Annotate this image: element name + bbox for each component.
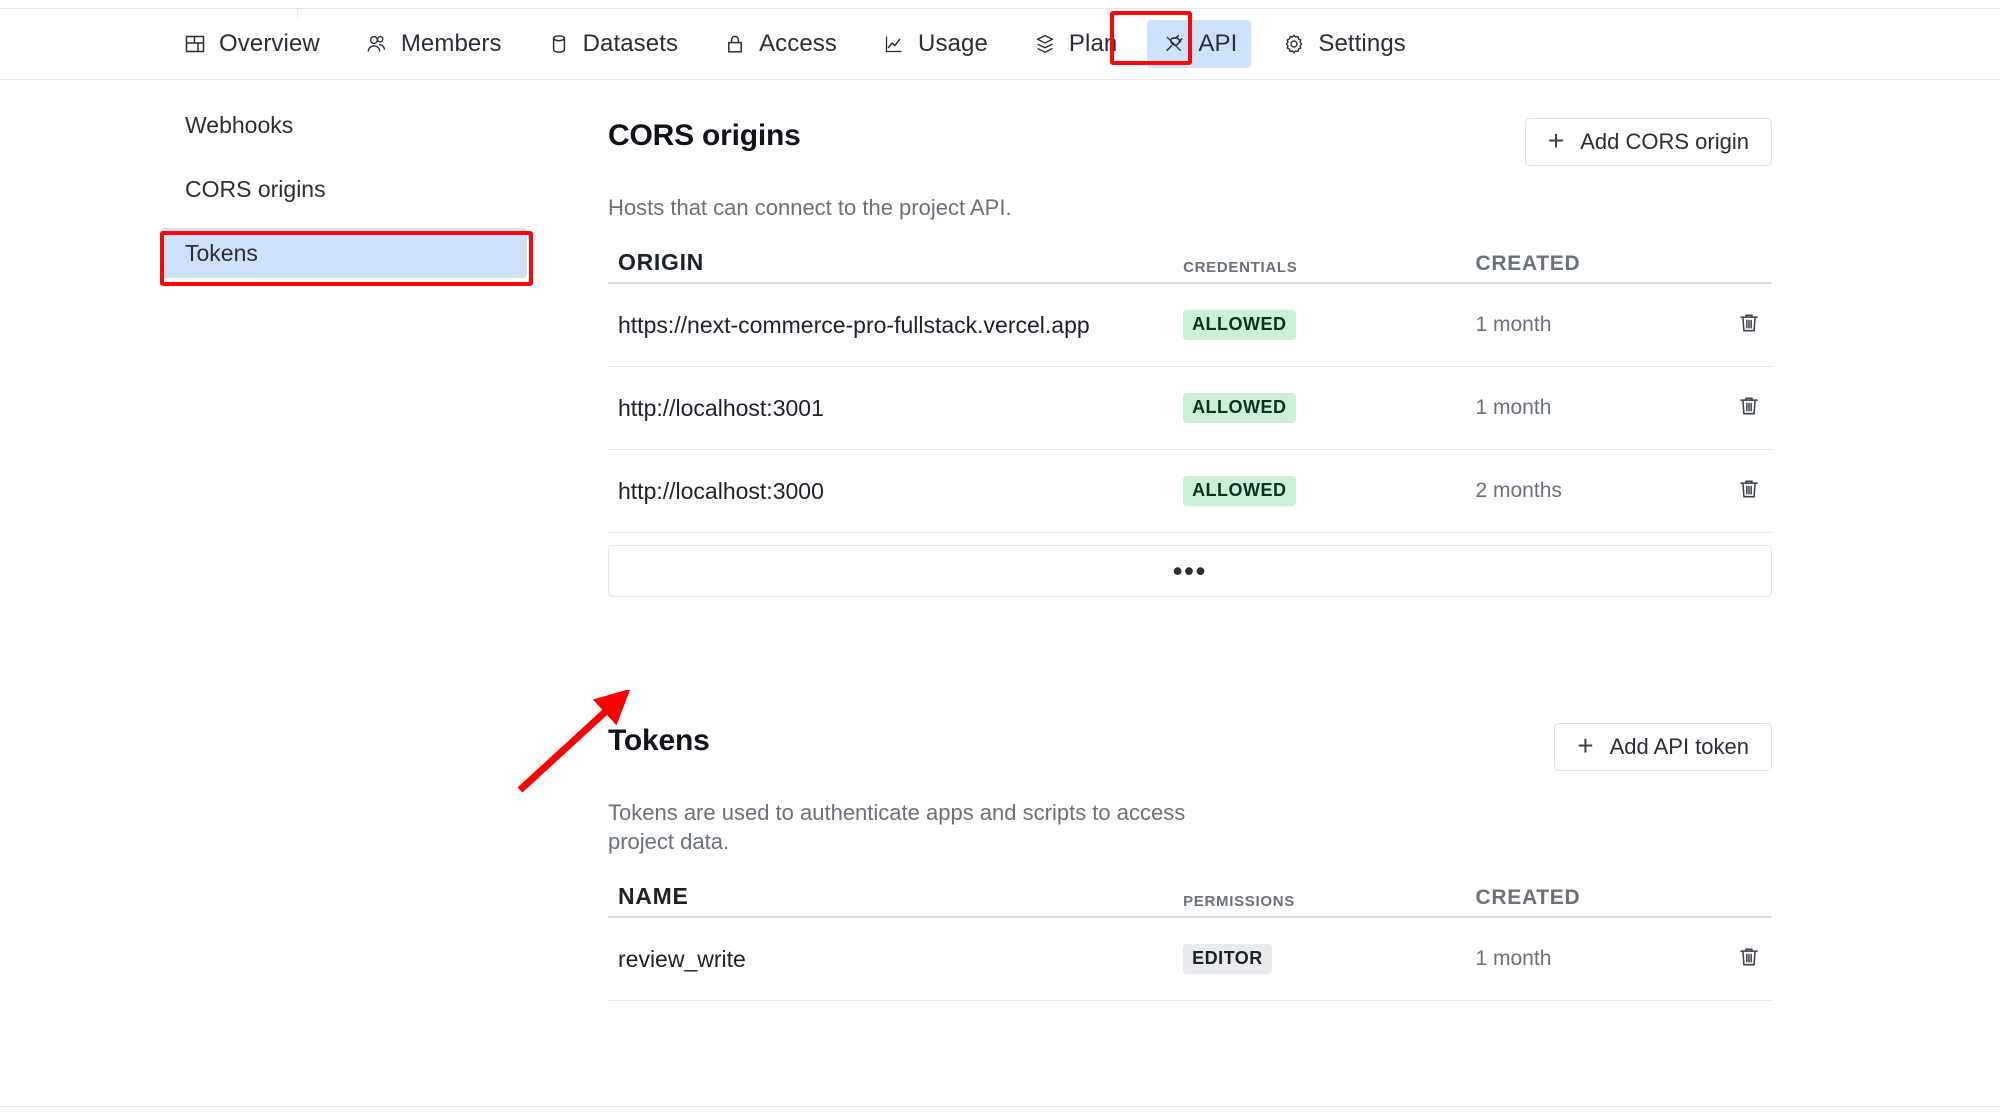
users-icon bbox=[364, 31, 390, 57]
tokens-section-description: Tokens are used to authenticate apps and… bbox=[608, 800, 1186, 854]
table-row: http://localhost:3000 ALLOWED 2 months bbox=[608, 450, 1772, 533]
nav-tab-members[interactable]: Members bbox=[350, 20, 516, 68]
status-badge: ALLOWED bbox=[1183, 476, 1296, 506]
plus-icon: + bbox=[1547, 125, 1565, 156]
credentials-cell: ALLOWED bbox=[1183, 476, 1475, 506]
tokens-table: NAME PERMISSIONS CREATED review_write ED… bbox=[608, 883, 1772, 1001]
add-api-token-label: Add API token bbox=[1609, 734, 1749, 759]
ellipsis-icon: ••• bbox=[1172, 556, 1208, 586]
database-icon bbox=[546, 31, 572, 57]
top-navigation-bar: Overview Members Datasets Access Usage P… bbox=[0, 8, 2000, 80]
sidebar-item-cors-origins[interactable]: CORS origins bbox=[160, 164, 540, 214]
cors-origin-value: http://localhost:3001 bbox=[618, 394, 824, 421]
credentials-cell: ALLOWED bbox=[1183, 393, 1475, 423]
nav-tab-access[interactable]: Access bbox=[708, 20, 851, 68]
created-value: 1 month bbox=[1475, 947, 1552, 970]
created-value: 1 month bbox=[1475, 396, 1552, 419]
column-header-name: NAME bbox=[618, 883, 689, 909]
credentials-cell: ALLOWED bbox=[1183, 310, 1475, 340]
nav-tab-datasets[interactable]: Datasets bbox=[532, 20, 693, 68]
trash-icon[interactable] bbox=[1736, 310, 1762, 341]
token-name-value: review_write bbox=[618, 945, 746, 972]
table-header-row: ORIGIN CREDENTIALS CREATED bbox=[608, 249, 1772, 284]
cors-origins-table: ORIGIN CREDENTIALS CREATED https://next-… bbox=[608, 249, 1772, 597]
show-more-cors-origins-button[interactable]: ••• bbox=[608, 545, 1772, 597]
table-row: http://localhost:3001 ALLOWED 1 month bbox=[608, 367, 1772, 450]
trash-icon[interactable] bbox=[1736, 944, 1762, 975]
nav-tab-label: Overview bbox=[219, 30, 320, 57]
nav-tab-label: Datasets bbox=[582, 30, 679, 57]
row-actions bbox=[1705, 944, 1762, 975]
created-value: 1 month bbox=[1475, 313, 1552, 336]
table-row: https://next-commerce-pro-fullstack.verc… bbox=[608, 284, 1772, 367]
column-header-credentials: CREDENTIALS bbox=[1183, 259, 1298, 276]
add-cors-origin-button[interactable]: + Add CORS origin bbox=[1524, 118, 1772, 166]
cors-section-description: Hosts that can connect to the project AP… bbox=[608, 195, 1012, 220]
trash-icon[interactable] bbox=[1736, 476, 1762, 507]
cors-section-title: CORS origins bbox=[608, 119, 801, 152]
row-actions bbox=[1705, 393, 1762, 424]
nav-tab-label: Members bbox=[400, 30, 502, 57]
nav-tab-label: API bbox=[1198, 30, 1238, 57]
main-content: CORS origins + Add CORS origin Hosts tha… bbox=[608, 118, 1772, 1001]
topbar-divider bbox=[297, 9, 298, 18]
table-header-row: NAME PERMISSIONS CREATED bbox=[608, 883, 1772, 918]
column-header-origin: ORIGIN bbox=[618, 249, 704, 275]
nav-tab-label: Plan bbox=[1068, 30, 1118, 57]
sidebar-item-label: CORS origins bbox=[185, 175, 326, 202]
cors-origin-value: https://next-commerce-pro-fullstack.verc… bbox=[618, 311, 1090, 338]
tokens-section-header: Tokens + Add API token bbox=[608, 723, 1772, 771]
nav-tab-label: Settings bbox=[1318, 30, 1406, 57]
table-row: review_write EDITOR 1 month bbox=[608, 918, 1772, 1001]
nav-tab-label: Usage bbox=[918, 30, 988, 57]
page-bottom-divider bbox=[0, 1106, 2000, 1107]
nav-tab-plan[interactable]: Plan bbox=[1018, 20, 1131, 68]
nav-tab-usage[interactable]: Usage bbox=[867, 20, 1002, 68]
page-root: Overview Members Datasets Access Usage P… bbox=[0, 0, 2000, 1112]
tokens-section: Tokens + Add API token Tokens are used t… bbox=[608, 723, 1772, 1001]
permission-badge: EDITOR bbox=[1183, 944, 1272, 974]
nav-tab-api[interactable]: API bbox=[1147, 20, 1252, 68]
layout-grid-icon bbox=[182, 31, 208, 57]
status-badge: ALLOWED bbox=[1183, 393, 1296, 423]
column-header-created: CREATED bbox=[1475, 252, 1581, 275]
gear-icon bbox=[1281, 31, 1307, 57]
add-api-token-button[interactable]: + Add API token bbox=[1554, 723, 1772, 771]
plus-icon: + bbox=[1577, 730, 1594, 761]
sidebar-item-label: Webhooks bbox=[185, 111, 294, 138]
permissions-cell: EDITOR bbox=[1183, 944, 1475, 974]
nav-tab-overview[interactable]: Overview bbox=[168, 20, 334, 68]
cors-origin-value: http://localhost:3000 bbox=[618, 477, 824, 504]
layers-icon bbox=[1032, 31, 1058, 57]
tokens-section-title: Tokens bbox=[608, 724, 710, 757]
cors-section-header: CORS origins + Add CORS origin bbox=[608, 118, 1772, 166]
cors-origins-section: CORS origins + Add CORS origin Hosts tha… bbox=[608, 118, 1772, 597]
plug-icon bbox=[1161, 31, 1187, 57]
column-header-created: CREATED bbox=[1475, 886, 1581, 909]
chart-line-icon bbox=[881, 31, 907, 57]
trash-icon[interactable] bbox=[1736, 393, 1762, 424]
row-actions bbox=[1705, 476, 1762, 507]
nav-tab-label: Access bbox=[759, 30, 838, 57]
api-sidebar: Webhooks CORS origins Tokens bbox=[160, 100, 540, 292]
status-badge: ALLOWED bbox=[1183, 310, 1296, 340]
created-value: 2 months bbox=[1475, 479, 1562, 502]
add-cors-origin-label: Add CORS origin bbox=[1580, 129, 1749, 154]
nav-tab-settings[interactable]: Settings bbox=[1267, 20, 1420, 68]
sidebar-item-tokens[interactable]: Tokens bbox=[160, 228, 527, 278]
lock-icon bbox=[722, 31, 748, 57]
column-header-permissions: PERMISSIONS bbox=[1183, 893, 1295, 910]
row-actions bbox=[1705, 310, 1762, 341]
sidebar-item-label: Tokens bbox=[185, 239, 258, 266]
sidebar-item-webhooks[interactable]: Webhooks bbox=[160, 100, 540, 150]
